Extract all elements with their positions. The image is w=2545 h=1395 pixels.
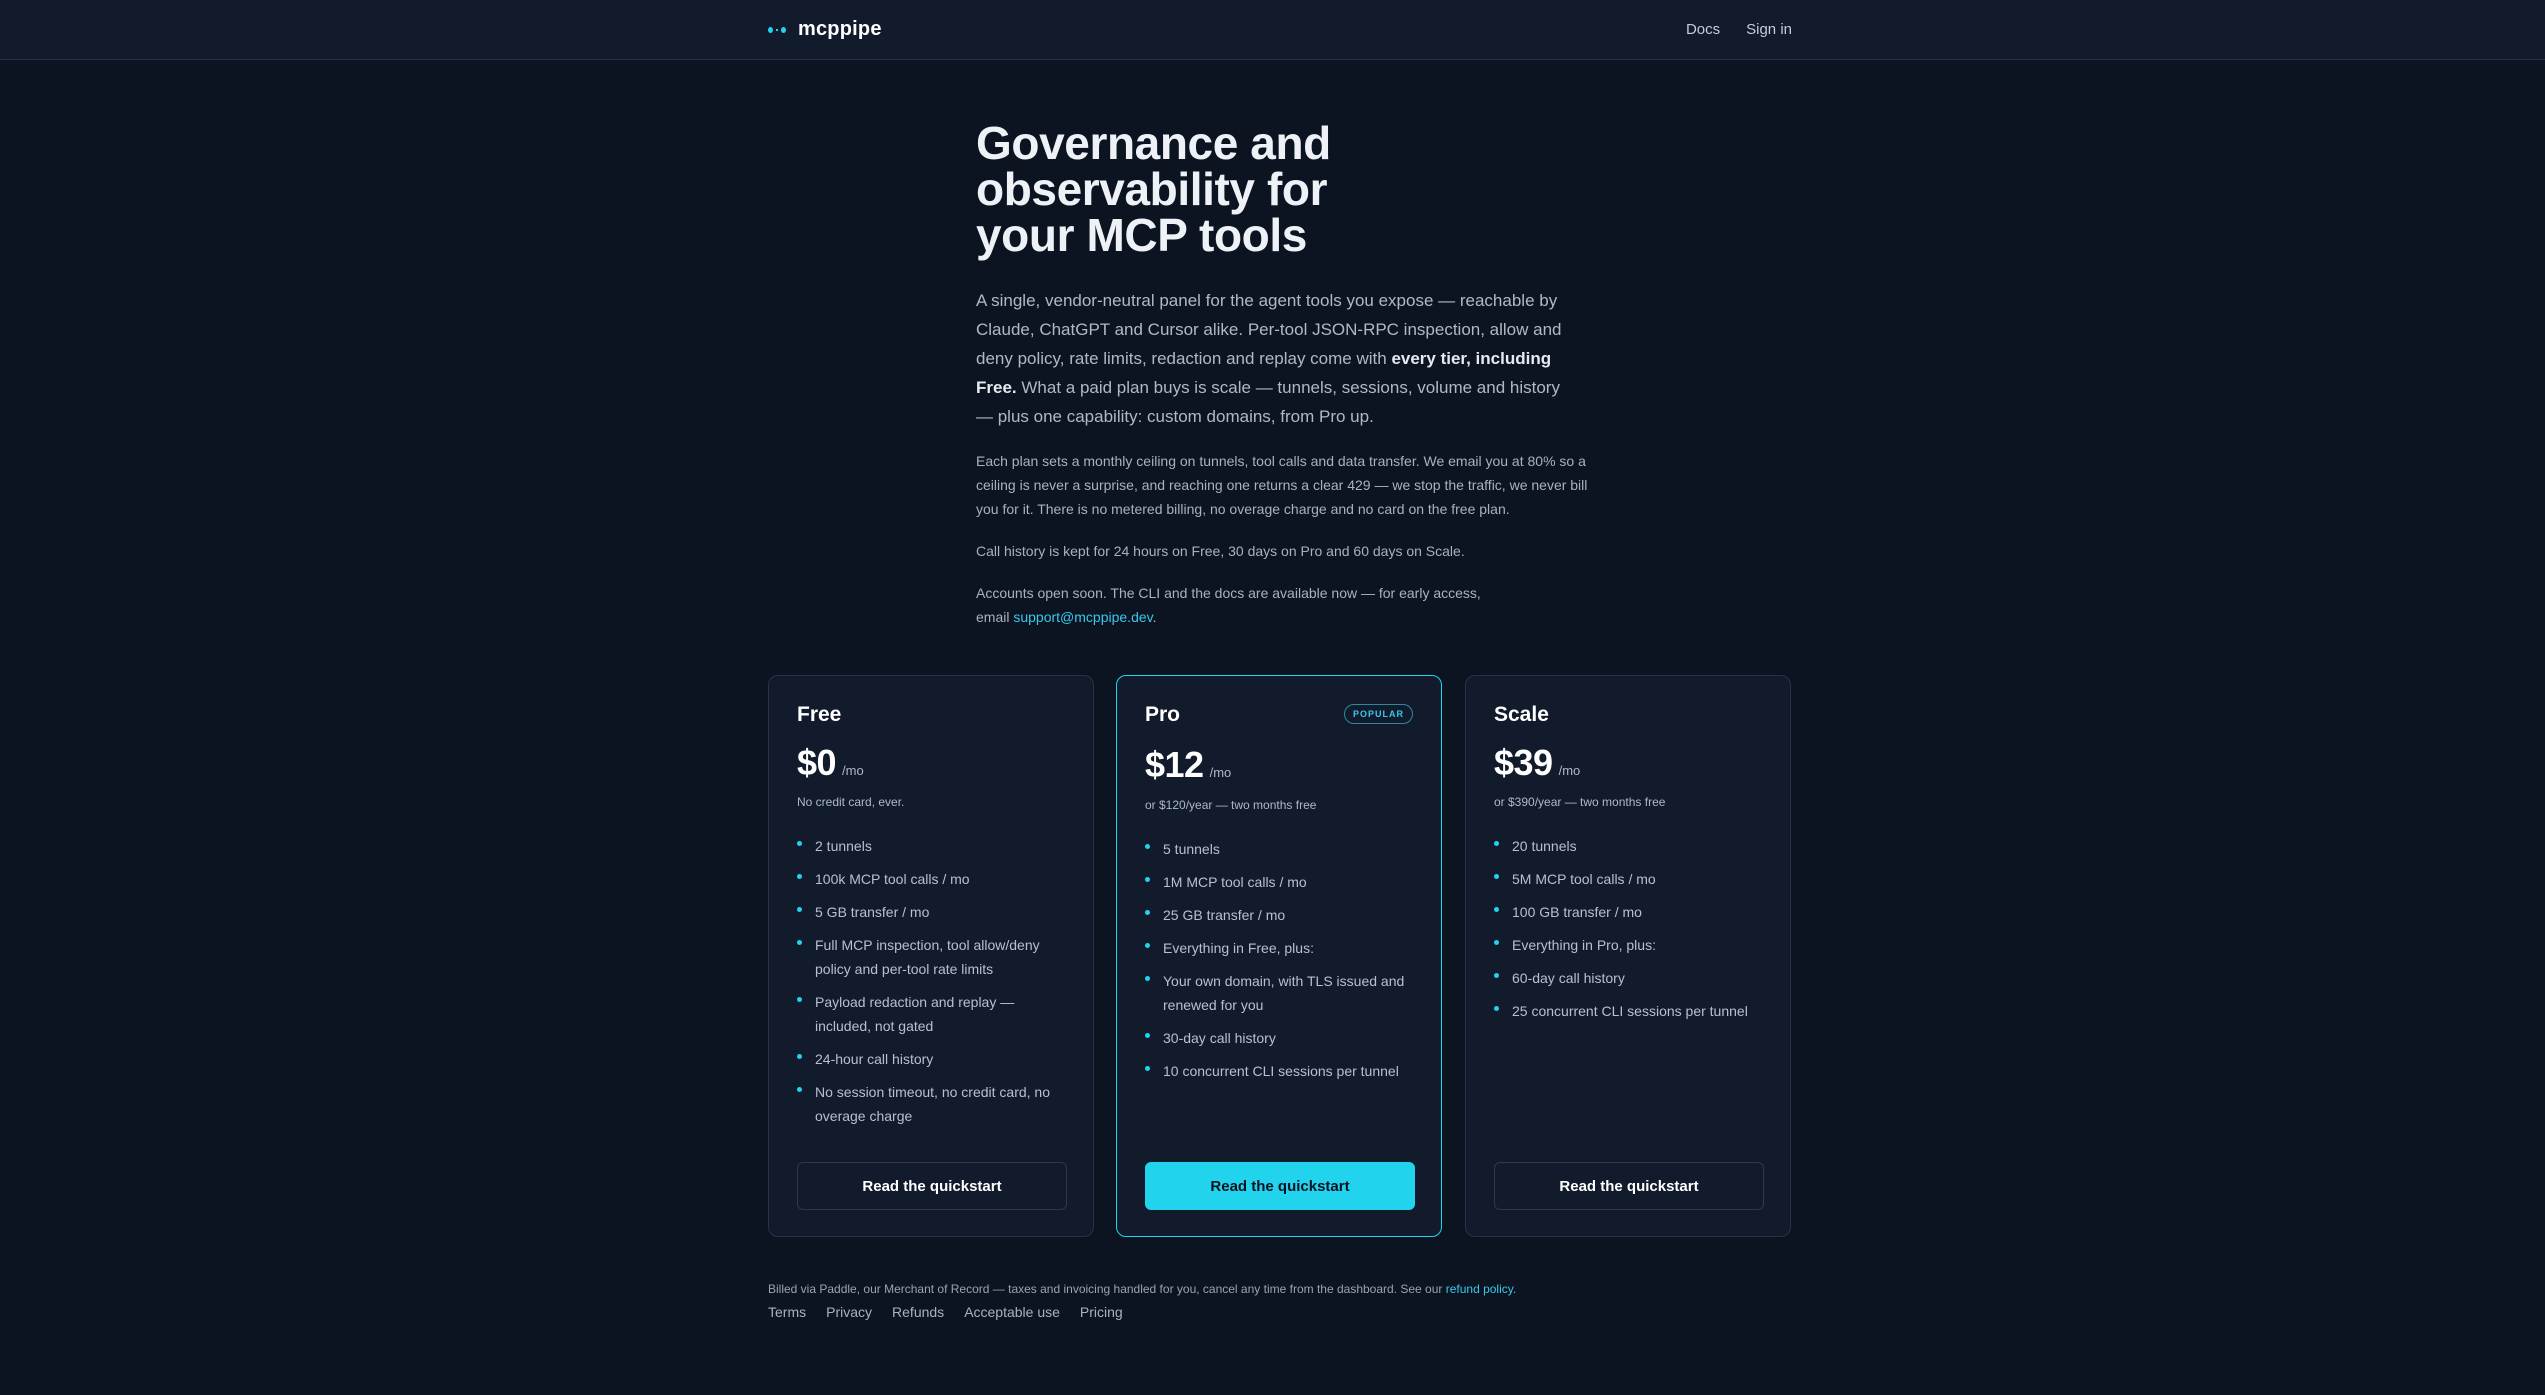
plan-note: No credit card, ever. [797, 795, 905, 809]
pricing-cards: Free $0 /mo No credit card, ever. 2 tunn… [768, 675, 1792, 1239]
feature-item: 1M MCP tool calls / mo [1145, 870, 1415, 894]
acceptable-use-link[interactable]: Acceptable use [964, 1304, 1060, 1320]
access-end: . [1152, 609, 1157, 625]
docs-link[interactable]: Docs [1686, 21, 1720, 38]
top-nav-bar: mcppipe Docs Sign in [0, 0, 2545, 60]
pipe-logo-icon [768, 26, 786, 33]
pro-quickstart-button[interactable]: Read the quickstart [1145, 1162, 1415, 1210]
lead-text-end: What a paid plan buys is scale — tunnels… [976, 378, 1560, 426]
plan-name: Free [797, 703, 842, 726]
feature-item: 100 GB transfer / mo [1494, 900, 1764, 924]
refund-policy-link[interactable]: refund policy [1446, 1282, 1513, 1296]
plan-name: Scale [1494, 703, 1549, 726]
billing-text: Billed via Paddle, our Merchant of Recor… [768, 1282, 1446, 1296]
feature-item: Your own domain, with TLS issued and ren… [1145, 969, 1415, 1017]
price-period: /mo [1209, 765, 1232, 780]
feature-item: 25 concurrent CLI sessions per tunnel [1494, 999, 1764, 1023]
billing-note: Billed via Paddle, our Merchant of Recor… [768, 1282, 1516, 1296]
limits-paragraph: Each plan sets a monthly ceiling on tunn… [976, 453, 1588, 517]
feature-item: No session timeout, no credit card, no o… [797, 1080, 1067, 1128]
plan-price: $39 /mo [1494, 742, 1580, 784]
feature-item: 25 GB transfer / mo [1145, 903, 1415, 927]
popular-badge: POPULAR [1343, 704, 1413, 724]
price-amount: $0 [797, 742, 837, 783]
feature-list: 5 tunnels 1M MCP tool calls / mo 25 GB t… [1145, 837, 1415, 1092]
plan-price: $12 /mo [1145, 744, 1231, 786]
price-period: /mo [842, 763, 864, 778]
feature-item: 10 concurrent CLI sessions per tunnel [1145, 1059, 1415, 1083]
feature-item: 5M MCP tool calls / mo [1494, 867, 1764, 891]
sign-in-link[interactable]: Sign in [1746, 21, 1792, 38]
plan-note: or $120/year — two months free [1145, 798, 1317, 812]
page-title: Governance and observability for your MC… [976, 120, 1406, 258]
feature-item: 20 tunnels [1494, 834, 1764, 858]
footer-links: Terms Privacy Refunds Acceptable use Pri… [768, 1304, 1123, 1320]
history-paragraph: Call history is kept for 24 hours on Fre… [976, 543, 1465, 559]
refunds-link[interactable]: Refunds [892, 1304, 944, 1320]
feature-item: 5 tunnels [1145, 837, 1415, 861]
price-amount: $12 [1145, 744, 1204, 785]
feature-item: Full MCP inspection, tool allow/deny pol… [797, 933, 1067, 981]
header-nav: Docs Sign in [1686, 21, 1792, 38]
access-paragraph: Accounts open soon. The CLI and the docs… [976, 581, 1496, 629]
plan-name: Pro [1145, 703, 1181, 726]
plan-price: $0 /mo [797, 742, 864, 784]
plan-note: or $390/year — two months free [1494, 795, 1666, 809]
free-quickstart-button[interactable]: Read the quickstart [797, 1162, 1067, 1210]
brand-name: mcppipe [798, 18, 882, 40]
pricing-link[interactable]: Pricing [1080, 1304, 1123, 1320]
title-line-1: Governance and [976, 117, 1331, 169]
title-line-3: your MCP tools [976, 209, 1307, 261]
lead-paragraph: A single, vendor-neutral panel for the a… [976, 286, 1566, 431]
feature-item: 30-day call history [1145, 1026, 1415, 1050]
terms-link[interactable]: Terms [768, 1304, 806, 1320]
feature-list: 20 tunnels 5M MCP tool calls / mo 100 GB… [1494, 834, 1764, 1032]
plan-card-pro: Pro POPULAR $12 /mo or $120/year — two m… [1116, 675, 1442, 1237]
feature-item: Everything in Free, plus: [1145, 936, 1415, 960]
plan-card-free: Free $0 /mo No credit card, ever. 2 tunn… [768, 675, 1094, 1237]
feature-item: 5 GB transfer / mo [797, 900, 1067, 924]
price-period: /mo [1558, 763, 1581, 778]
hero-section: Governance and observability for your MC… [976, 120, 1596, 629]
feature-item: Payload redaction and replay — included,… [797, 990, 1067, 1038]
feature-list: 2 tunnels 100k MCP tool calls / mo 5 GB … [797, 834, 1067, 1137]
scale-quickstart-button[interactable]: Read the quickstart [1494, 1162, 1764, 1210]
feature-item: 2 tunnels [797, 834, 1067, 858]
feature-item: 24-hour call history [797, 1047, 1067, 1071]
billing-end: . [1512, 1282, 1517, 1296]
title-line-2: observability for [976, 163, 1328, 215]
feature-item: 60-day call history [1494, 966, 1764, 990]
support-email-link[interactable]: support@mcppipe.dev [1013, 609, 1152, 625]
plan-card-scale: Scale $39 /mo or $390/year — two months … [1465, 675, 1791, 1237]
privacy-link[interactable]: Privacy [826, 1304, 872, 1320]
feature-item: 100k MCP tool calls / mo [797, 867, 1067, 891]
brand-logo-link[interactable]: mcppipe [768, 18, 882, 41]
feature-item: Everything in Pro, plus: [1494, 933, 1764, 957]
price-amount: $39 [1494, 742, 1553, 783]
